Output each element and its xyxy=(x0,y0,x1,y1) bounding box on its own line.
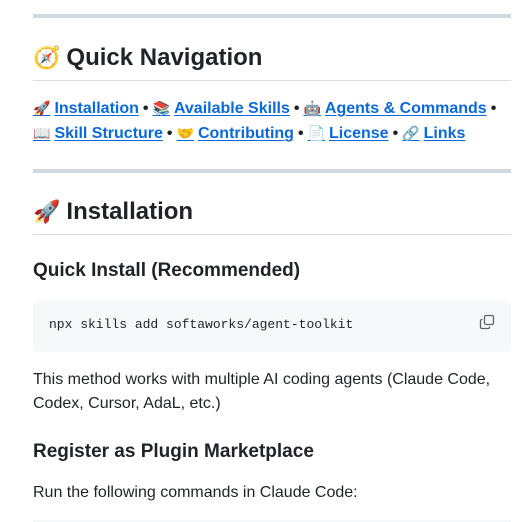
rocket-icon: 🚀 xyxy=(33,199,61,224)
quick-navigation-links: 🚀 Installation • 📚 Available Skills • 🤖 Agents … xyxy=(33,96,511,146)
install-command[interactable]: npx skills add softaworks/agent-toolkit xyxy=(49,317,353,332)
separator: • xyxy=(490,100,497,117)
nav-link-skill-structure[interactable]: 📖 Skill Structure xyxy=(33,125,163,142)
quick-install-heading: Quick Install (Recommended) xyxy=(33,260,301,281)
section-divider-top xyxy=(33,14,511,18)
register-marketplace-heading: Register as Plugin Marketplace xyxy=(33,441,314,462)
separator: • xyxy=(142,100,149,117)
heading-rule xyxy=(33,80,511,81)
handshake-icon: 🤝 xyxy=(176,125,194,141)
separator: • xyxy=(293,100,300,117)
robot-icon: 🤖 xyxy=(303,100,321,116)
separator: • xyxy=(166,125,173,142)
nav-link-agents-commands[interactable]: 🤖 Agents & Commands xyxy=(303,100,486,117)
nav-link-links[interactable]: 🔗 Links xyxy=(402,125,465,142)
installation-heading: 🚀 Installation xyxy=(33,198,194,225)
compass-icon: 🧭 xyxy=(33,45,61,70)
link-icon: 🔗 xyxy=(402,125,420,141)
open-book-icon: 📖 xyxy=(33,125,51,141)
section-divider xyxy=(33,169,511,173)
page-icon: 📄 xyxy=(307,125,325,141)
nav-link-license[interactable]: 📄 License xyxy=(308,125,389,142)
books-icon: 📚 xyxy=(152,100,170,116)
separator: • xyxy=(392,125,399,142)
quick-navigation-heading: 🧭 Quick Navigation xyxy=(33,44,263,71)
separator: • xyxy=(297,125,304,142)
nav-link-installation[interactable]: 🚀 Installation xyxy=(33,100,139,117)
quick-install-description: This method works with multiple AI codin… xyxy=(33,371,491,412)
copy-icon[interactable] xyxy=(479,314,495,330)
nav-link-contributing[interactable]: 🤝 Contributing xyxy=(177,125,294,142)
marketplace-description: Run the following commands in Claude Cod… xyxy=(33,484,358,501)
heading-rule xyxy=(33,234,511,235)
rocket-icon: 🚀 xyxy=(33,100,51,116)
nav-link-available-skills[interactable]: 📚 Available Skills xyxy=(153,100,290,117)
code-block: npx skills add softaworks/agent-toolkit xyxy=(33,300,511,352)
